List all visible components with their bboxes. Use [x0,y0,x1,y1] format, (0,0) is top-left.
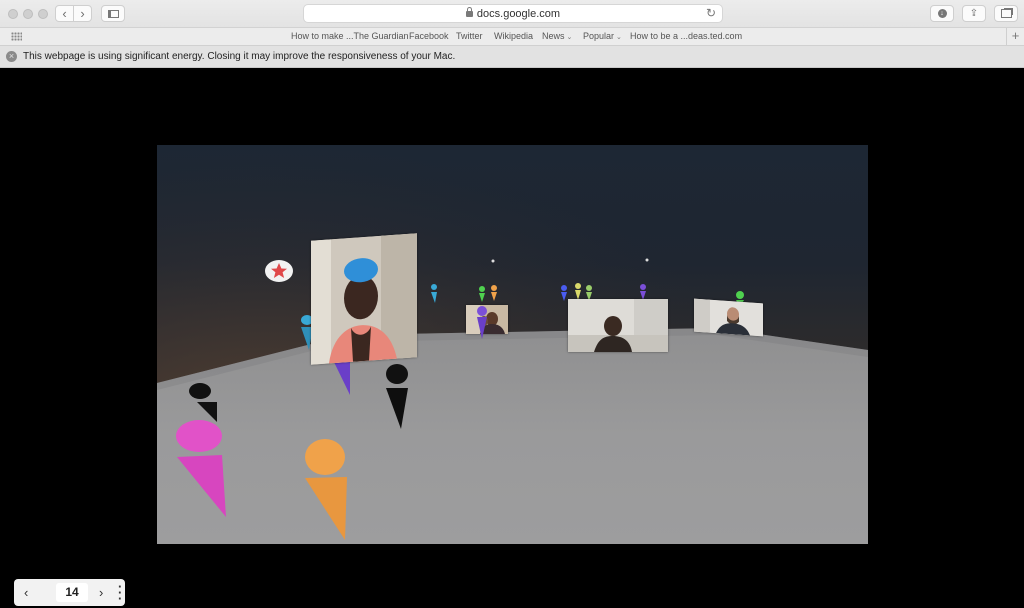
tabs-icon [1000,9,1012,18]
lock-icon [465,7,473,17]
download-icon: ↓ [937,9,947,18]
participant-video [694,298,763,337]
share-icon: ⇪ [969,7,979,19]
scene-graphics [157,145,868,544]
tabs-overview-button[interactable] [994,5,1018,22]
favorite-ted[interactable]: How to be a ...deas.ted.com [630,31,742,41]
energy-warning-text: This webpage is using significant energy… [23,51,456,62]
favorites-bar: How to make ...The Guardian Facebook Twi… [0,28,1024,46]
downloads-button[interactable]: ↓ [930,5,954,22]
forward-button[interactable]: › [73,5,92,22]
page-number[interactable]: 14 [56,583,88,602]
virtual-space-viewport[interactable] [157,145,868,544]
chevron-down-icon: ⌄ [616,34,622,41]
energy-warning-banner: × This webpage is using significant ener… [0,46,1024,68]
favorite-popular-label: Popular [583,31,615,41]
video-tile-room[interactable] [568,299,668,352]
grid-icon[interactable] [11,32,22,41]
participant-video [568,299,668,352]
more-vertical-icon[interactable]: · · · [118,580,122,605]
chevron-right-icon: › [80,6,85,21]
favorite-popular[interactable]: Popular ⌄ [583,31,622,41]
favorite-news[interactable]: News ⌄ [542,31,572,41]
close-icon[interactable]: × [6,51,17,62]
share-button[interactable]: ⇪ [962,5,986,22]
new-tab-button[interactable]: + [1006,28,1024,45]
avatar-purple-small [477,306,487,339]
zoom-window-button[interactable] [38,9,48,19]
sidebar-icon [107,9,119,18]
favorite-twitter[interactable]: Twitter [456,31,483,41]
favorite-wikipedia[interactable]: Wikipedia [494,31,533,41]
participant-video [311,233,417,365]
reload-icon[interactable]: ↻ [706,6,716,20]
video-tile-large[interactable] [311,233,417,365]
close-window-button[interactable] [8,9,18,19]
video-tile-man[interactable] [694,298,763,337]
chevron-down-icon: ⌄ [566,34,573,41]
chevron-right-icon[interactable]: › [99,585,103,600]
star-icon [265,260,293,282]
back-button[interactable]: ‹ [55,5,74,22]
address-bar[interactable]: docs.google.com ↻ [303,4,723,23]
favorite-news-label: News [542,31,565,41]
favorite-facebook[interactable]: Facebook [409,31,449,41]
address-text: docs.google.com [476,8,561,20]
chevron-left-icon[interactable]: ‹ [24,585,28,600]
favorite-guardian[interactable]: How to make ...The Guardian [291,31,409,41]
sidebar-button[interactable] [101,5,125,22]
browser-toolbar: ‹ › docs.google.com ↻ ↓ ⇪ [0,0,1024,28]
chevron-left-icon: ‹ [62,6,67,21]
minimize-window-button[interactable] [23,9,33,19]
page-navigator: ‹ 14 › · · · [14,579,125,606]
